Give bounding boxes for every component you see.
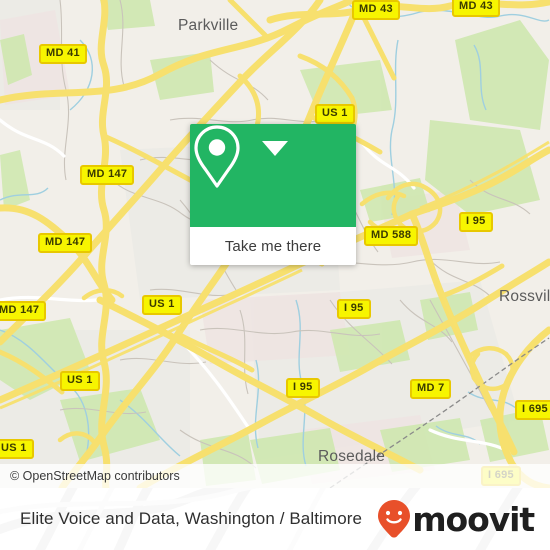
take-me-there-label: Take me there xyxy=(224,237,322,255)
moovit-wordmark: moovit xyxy=(412,499,535,539)
road-shield-i695-a: I 695 xyxy=(515,400,550,420)
road-shield-us1-d: US 1 xyxy=(0,439,34,459)
road-shield-md588: MD 588 xyxy=(364,226,419,246)
osm-attribution-text[interactable]: © OpenStreetMap contributors xyxy=(0,469,180,483)
road-shield-md43-b: MD 43 xyxy=(452,0,500,17)
road-shield-md41: MD 41 xyxy=(39,44,87,64)
map-attribution-bar: © OpenStreetMap contributors xyxy=(0,464,550,488)
road-shield-md147-c: MD 147 xyxy=(0,301,47,321)
place-label-parkville: Parkville xyxy=(178,17,239,34)
popup-action-bar[interactable]: Take me there xyxy=(190,227,356,265)
moovit-logo[interactable]: moovit xyxy=(377,499,535,539)
map-pin-icon xyxy=(194,125,240,188)
popup-pointer-arrow xyxy=(262,141,288,156)
footer-bar: Elite Voice and Data, Washington / Balti… xyxy=(0,488,550,550)
moovit-smiley-pin-icon xyxy=(378,500,411,538)
road-shield-i95-c: I 95 xyxy=(286,378,320,398)
road-shield-us1-b: US 1 xyxy=(142,295,182,315)
road-shield-md147-b: MD 147 xyxy=(38,233,93,253)
road-shield-us1-c: US 1 xyxy=(60,371,100,391)
popup-header xyxy=(190,124,356,227)
road-shield-md43-a: MD 43 xyxy=(352,0,400,20)
page-title: Elite Voice and Data, Washington / Balti… xyxy=(20,509,363,528)
road-shield-i95-a: I 95 xyxy=(459,212,493,232)
road-shield-md147-a: MD 147 xyxy=(80,165,135,185)
map-canvas[interactable]: .mjr { stroke:#f7e06e; stroke-width:7; f… xyxy=(0,0,550,488)
road-shield-md7: MD 7 xyxy=(410,379,452,399)
road-shield-i95-b: I 95 xyxy=(337,299,371,319)
moovit-map-screenshot: .mjr { stroke:#f7e06e; stroke-width:7; f… xyxy=(0,0,550,550)
road-shield-us1-a: US 1 xyxy=(315,104,355,124)
place-label-rossville: Rossville xyxy=(499,288,550,305)
